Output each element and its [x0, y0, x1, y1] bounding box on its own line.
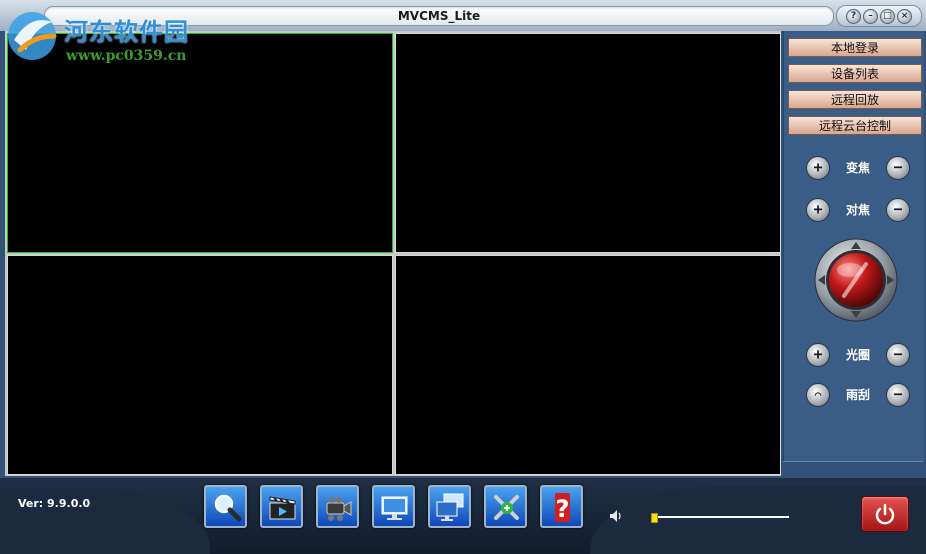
focus-control: + 对焦 −	[806, 198, 912, 222]
help-tool-button[interactable]: ?	[540, 485, 583, 528]
video-cell-2[interactable]	[395, 33, 781, 253]
zoom-control: + 变焦 −	[806, 156, 912, 180]
remote-playback-button[interactable]: 远程回放	[788, 90, 922, 109]
power-icon	[875, 503, 895, 525]
close-window-button[interactable]: ×	[897, 8, 912, 24]
question-icon: ?	[555, 493, 570, 523]
device-list-button[interactable]: 设备列表	[788, 64, 922, 83]
display-tool-button[interactable]	[372, 485, 415, 528]
watermark-name: 河东软件园	[64, 17, 189, 46]
maximize-window-button[interactable]: □	[880, 8, 895, 24]
clapperboard-icon	[269, 496, 296, 520]
multi-display-tool-button[interactable]	[428, 485, 471, 528]
camcorder-icon	[326, 497, 352, 521]
zoom-plus-button[interactable]: +	[806, 156, 830, 180]
window-buttons: ? – □ ×	[836, 5, 922, 27]
version-label: Ver: 9.9.0.0	[18, 497, 91, 510]
tools-icon	[494, 495, 519, 520]
zoom-label: 变焦	[845, 161, 870, 175]
remote-ptz-button[interactable]: 远程云台控制	[788, 116, 922, 135]
iris-label: 光圈	[845, 348, 870, 362]
video-cell-4[interactable]	[395, 255, 781, 475]
monitor-icon	[381, 496, 408, 520]
iris-control: + 光圈 −	[806, 343, 912, 367]
ptz-direction-pad[interactable]	[814, 238, 898, 322]
speaker-icon[interactable]	[608, 508, 624, 524]
video-cell-1[interactable]	[7, 33, 393, 253]
screens-icon	[436, 493, 464, 521]
focus-label: 对焦	[845, 203, 870, 217]
playback-tool-button[interactable]	[260, 485, 303, 528]
power-button[interactable]	[861, 496, 909, 532]
wiper-on-button[interactable]: ⌒	[806, 383, 830, 407]
watermark-logo-icon	[8, 12, 57, 60]
volume-slider-track[interactable]	[652, 516, 789, 518]
wiper-label: 雨刮	[845, 388, 870, 402]
svg-text:?: ?	[556, 495, 570, 523]
volume-slider-handle[interactable]	[651, 513, 658, 523]
focus-plus-button[interactable]: +	[806, 198, 830, 222]
zoom-minus-button[interactable]: −	[886, 156, 910, 180]
control-panel: 本地登录 设备列表 远程回放 远程云台控制 + 变焦 − + 对焦 − + 光圈…	[783, 31, 924, 461]
wiper-control: ⌒ 雨刮 −	[806, 383, 912, 407]
search-tool-button[interactable]	[204, 485, 247, 528]
panel-divider	[783, 461, 923, 462]
iris-plus-button[interactable]: +	[806, 343, 830, 367]
watermark-url: www.pc0359.cn	[66, 48, 187, 64]
magnifier-icon	[214, 494, 242, 522]
record-tool-button[interactable]	[316, 485, 359, 528]
help-window-button[interactable]: ?	[846, 8, 861, 24]
wiper-off-button[interactable]: −	[886, 383, 910, 407]
video-cell-3[interactable]	[7, 255, 393, 475]
minimize-window-button[interactable]: –	[863, 8, 878, 24]
focus-minus-button[interactable]: −	[886, 198, 910, 222]
settings-tool-button[interactable]	[484, 485, 527, 528]
local-login-button[interactable]: 本地登录	[788, 38, 922, 57]
iris-minus-button[interactable]: −	[886, 343, 910, 367]
video-grid	[5, 31, 781, 476]
